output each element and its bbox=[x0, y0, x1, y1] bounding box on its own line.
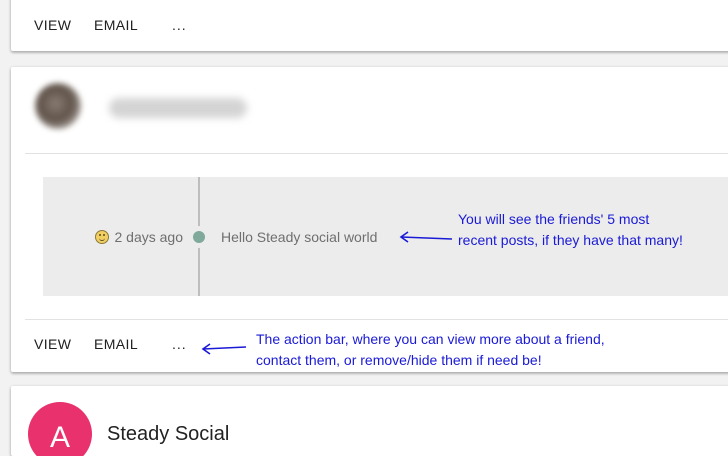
avatar[interactable]: A bbox=[28, 402, 92, 456]
friend-card-previous: VIEW EMAIL ... bbox=[11, 0, 728, 51]
annotation-actions: The action bar, where you can view more … bbox=[256, 329, 605, 371]
post-time-text: 2 days ago bbox=[114, 229, 184, 245]
arrow-left-icon bbox=[399, 231, 453, 243]
annotation-line: contact them, or remove/hide them if nee… bbox=[256, 352, 542, 368]
email-button[interactable]: EMAIL bbox=[94, 336, 138, 352]
view-button[interactable]: VIEW bbox=[34, 17, 71, 33]
more-button[interactable]: ... bbox=[172, 17, 187, 33]
friend-card-next: A Steady Social bbox=[11, 386, 728, 456]
arrow-left-icon bbox=[201, 343, 247, 355]
divider bbox=[25, 153, 728, 154]
annotation-posts: You will see the friends' 5 most recent … bbox=[458, 209, 683, 251]
annotation-line: recent posts, if they have that many! bbox=[458, 232, 683, 248]
friend-name-blurred bbox=[109, 98, 247, 118]
friend-name: Steady Social bbox=[107, 423, 230, 445]
action-bar: VIEW EMAIL ... bbox=[11, 7, 728, 43]
timeline-dot bbox=[193, 231, 205, 243]
smiley-icon bbox=[94, 230, 109, 244]
annotation-line: The action bar, where you can view more … bbox=[256, 331, 605, 347]
view-button[interactable]: VIEW bbox=[34, 336, 71, 352]
email-button[interactable]: EMAIL bbox=[94, 17, 138, 33]
divider bbox=[25, 319, 728, 320]
more-button[interactable]: ... bbox=[172, 336, 187, 352]
annotation-line: You will see the friends' 5 most bbox=[458, 211, 650, 227]
post-time: 2 days ago bbox=[94, 229, 184, 245]
friend-avatar bbox=[35, 83, 81, 129]
post-text[interactable]: Hello Steady social world bbox=[221, 229, 377, 245]
